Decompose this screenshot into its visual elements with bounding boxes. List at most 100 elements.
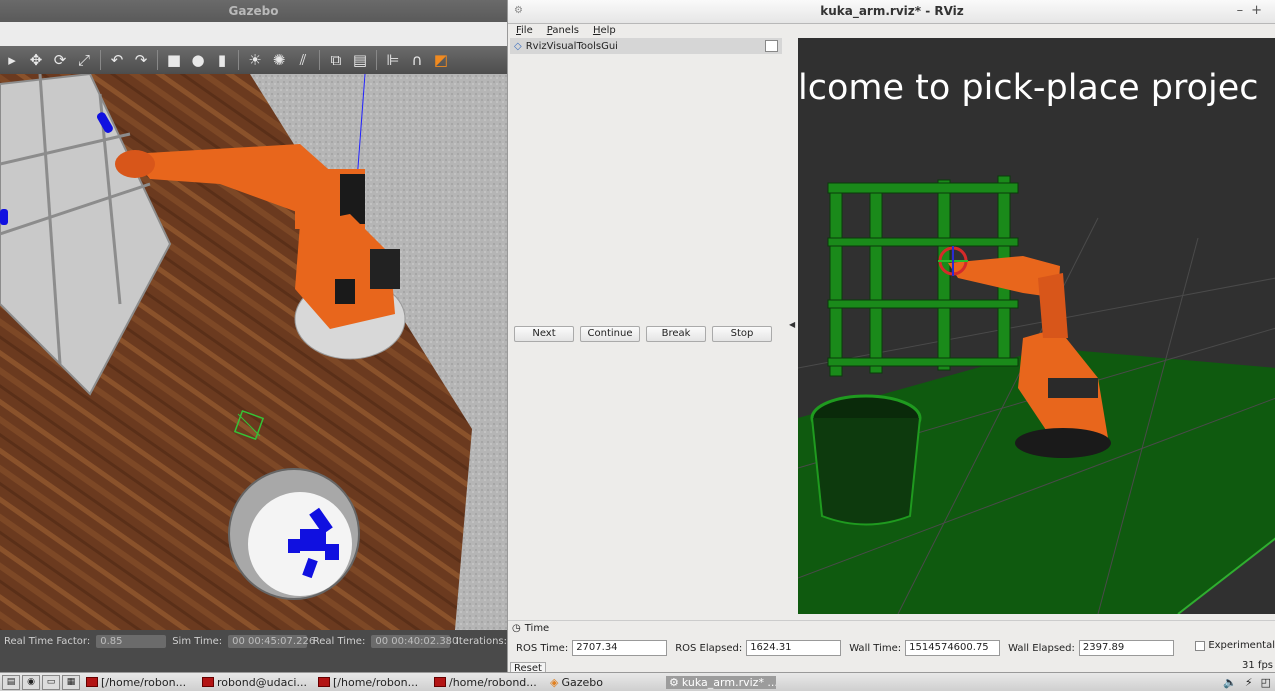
collapse-arrow-icon[interactable]: ◀ bbox=[789, 320, 795, 329]
stop-button[interactable]: Stop bbox=[712, 326, 772, 342]
file-manager-icon[interactable]: ▭ bbox=[42, 674, 60, 690]
browser-launcher-icon[interactable]: ◉ bbox=[22, 674, 40, 690]
task-terminal-4[interactable]: /home/robond... bbox=[434, 676, 544, 689]
experimental-toggle[interactable]: Experimental bbox=[1195, 640, 1275, 651]
system-tray: 🔈 ⚡ ◰ bbox=[1223, 673, 1271, 691]
sim-time-value: 00 00:45:07.226 bbox=[228, 634, 315, 648]
experimental-label: Experimental bbox=[1208, 640, 1275, 651]
toolbar-divider bbox=[157, 50, 158, 70]
minimize-icon[interactable]: – bbox=[1237, 3, 1252, 18]
maximize-icon[interactable]: + bbox=[1251, 3, 1270, 18]
time-panel-header: ◷ Time bbox=[508, 620, 1275, 636]
clock-icon: ◷ bbox=[512, 623, 521, 634]
rotate-icon[interactable]: ⟳ bbox=[50, 50, 70, 70]
iterations-label: Iterations: bbox=[455, 635, 507, 647]
menu-file[interactable]: File bbox=[516, 24, 533, 38]
terminal-icon bbox=[318, 677, 330, 687]
gazebo-statusbar: Real Time Factor: 0.85 Sim Time: 00 00:4… bbox=[0, 630, 507, 652]
taskbar: ▤ ◉ ▭ ▦ [/home/robon... robond@udaci... … bbox=[0, 672, 1275, 691]
task-terminal-3[interactable]: [/home/robon... bbox=[318, 676, 428, 689]
menu-panels[interactable]: Panels bbox=[547, 24, 579, 38]
cylinder-shape-icon[interactable]: ▮ bbox=[212, 50, 232, 70]
fps-counter: 31 fps bbox=[1242, 660, 1273, 671]
sim-time-label: Sim Time: bbox=[172, 635, 223, 647]
wall-elapsed-label: Wall Elapsed: bbox=[1008, 642, 1075, 654]
scale-icon[interactable]: ⤢ bbox=[74, 50, 94, 70]
spot-light-icon[interactable]: ✺ bbox=[269, 50, 289, 70]
time-panel-row: ROS Time: 2707.34 ROS Elapsed: 1624.31 W… bbox=[508, 638, 1275, 658]
select-icon[interactable]: ▸ bbox=[2, 50, 22, 70]
menu-launcher-icon[interactable]: ▤ bbox=[2, 674, 20, 690]
sphere-shape-icon[interactable]: ● bbox=[188, 50, 208, 70]
gazebo-toolbar: ▸ ✥ ⟳ ⤢ ↶ ↷ ■ ● ▮ ☀ ✺ ⫽ ⧉ ▤ ⊫ ∩ ◩ bbox=[0, 46, 507, 74]
translate-icon[interactable]: ✥ bbox=[26, 50, 46, 70]
panel-button-row: Next Continue Break Stop bbox=[514, 326, 772, 342]
align-icon[interactable]: ⊫ bbox=[383, 50, 403, 70]
rviz-icon: ⚙ bbox=[669, 675, 679, 689]
volume-icon[interactable]: 🔈 bbox=[1223, 676, 1237, 689]
experimental-checkbox[interactable] bbox=[1195, 640, 1206, 651]
next-button[interactable]: Next bbox=[514, 326, 574, 342]
rviz-title: kuka_arm.rviz* - RViz bbox=[820, 4, 964, 18]
welcome-banner: lcome to pick-place projec bbox=[798, 68, 1259, 108]
task-terminal-1[interactable]: [/home/robon... bbox=[86, 676, 196, 689]
drop-bin bbox=[228, 468, 360, 600]
box-shape-icon[interactable]: ■ bbox=[164, 50, 184, 70]
ros-elapsed-field[interactable]: 1624.31 bbox=[746, 640, 842, 656]
ros-elapsed-label: ROS Elapsed: bbox=[675, 642, 743, 654]
gazebo-scene-render bbox=[0, 74, 507, 630]
continue-button[interactable]: Continue bbox=[580, 326, 640, 342]
task-label: kuka_arm.rviz* ... bbox=[681, 675, 776, 689]
ros-time-field[interactable]: 2707.34 bbox=[572, 640, 668, 656]
rviz-window: ⚙ kuka_arm.rviz* - RViz –+ File Panels H… bbox=[507, 0, 1275, 672]
rtf-value: 0.85 bbox=[96, 634, 167, 648]
gazebo-bottom-bar bbox=[0, 652, 507, 672]
panel-header[interactable]: ◇ RvizVisualToolsGui bbox=[510, 38, 782, 54]
directional-light-icon[interactable]: ⫽ bbox=[293, 50, 313, 70]
view-angle-icon[interactable]: ◩ bbox=[431, 50, 451, 70]
point-light-icon[interactable]: ☀ bbox=[245, 50, 265, 70]
rviz-3d-viewport[interactable]: lcome to pick-place projec bbox=[798, 38, 1275, 614]
wall-elapsed-field[interactable]: 2397.89 bbox=[1078, 640, 1174, 656]
task-rviz[interactable]: ⚙ kuka_arm.rviz* ... bbox=[666, 675, 776, 689]
rviz-scene-render bbox=[798, 175, 1275, 614]
window-list-icon[interactable]: ◰ bbox=[1261, 676, 1271, 689]
menu-help[interactable]: Help bbox=[593, 24, 616, 38]
wall-time-label: Wall Time: bbox=[849, 642, 902, 654]
toolbar-divider bbox=[238, 50, 239, 70]
gazebo-3d-scene[interactable] bbox=[0, 74, 507, 630]
rviz-visual-tools-panel: ◇ RvizVisualToolsGui Next Continue Break… bbox=[508, 38, 791, 614]
diamond-icon: ◇ bbox=[514, 40, 522, 52]
window-controls[interactable]: –+ bbox=[1237, 3, 1270, 18]
reset-button[interactable]: Reset bbox=[510, 662, 546, 672]
wall-time-field[interactable]: 1514574600.75 bbox=[905, 640, 1001, 656]
panel-enable-checkbox[interactable] bbox=[765, 40, 778, 52]
terminal-icon bbox=[434, 677, 446, 687]
redo-icon[interactable]: ↷ bbox=[131, 50, 151, 70]
copy-icon[interactable]: ⧉ bbox=[326, 50, 346, 70]
gazebo-icon: ◈ bbox=[550, 675, 559, 689]
undo-icon[interactable]: ↶ bbox=[107, 50, 127, 70]
desktop-icon[interactable]: ▦ bbox=[62, 674, 80, 690]
gazebo-menubar bbox=[0, 22, 507, 46]
snap-icon[interactable]: ∩ bbox=[407, 50, 427, 70]
break-button[interactable]: Break bbox=[646, 326, 706, 342]
toolbar-divider bbox=[319, 50, 320, 70]
paste-icon[interactable]: ▤ bbox=[350, 50, 370, 70]
task-terminal-2[interactable]: robond@udaci... bbox=[202, 676, 312, 689]
rviz-titlebar[interactable]: ⚙ kuka_arm.rviz* - RViz –+ bbox=[508, 0, 1275, 24]
terminal-icon bbox=[202, 677, 214, 687]
gazebo-window: Gazebo ▸ ✥ ⟳ ⤢ ↶ ↷ ■ ● ▮ ☀ ✺ ⫽ ⧉ ▤ ⊫ ∩ ◩ bbox=[0, 0, 507, 672]
toolbar-divider bbox=[376, 50, 377, 70]
terminal-icon bbox=[86, 677, 98, 687]
task-label: [/home/robon... bbox=[101, 675, 187, 689]
toolbar-divider bbox=[100, 50, 101, 70]
desktop: Gazebo ▸ ✥ ⟳ ⤢ ↶ ↷ ■ ● ▮ ☀ ✺ ⫽ ⧉ ▤ ⊫ ∩ ◩ bbox=[0, 0, 1275, 691]
power-icon[interactable]: ⚡ bbox=[1245, 676, 1253, 689]
task-gazebo[interactable]: ◈ Gazebo bbox=[550, 676, 660, 689]
task-label: /home/robond... bbox=[449, 675, 537, 689]
task-label: robond@udaci... bbox=[217, 675, 307, 689]
real-time-value: 00 00:40:02.380 bbox=[371, 634, 458, 648]
rviz-bin bbox=[810, 394, 922, 526]
task-label: [/home/robon... bbox=[333, 675, 419, 689]
